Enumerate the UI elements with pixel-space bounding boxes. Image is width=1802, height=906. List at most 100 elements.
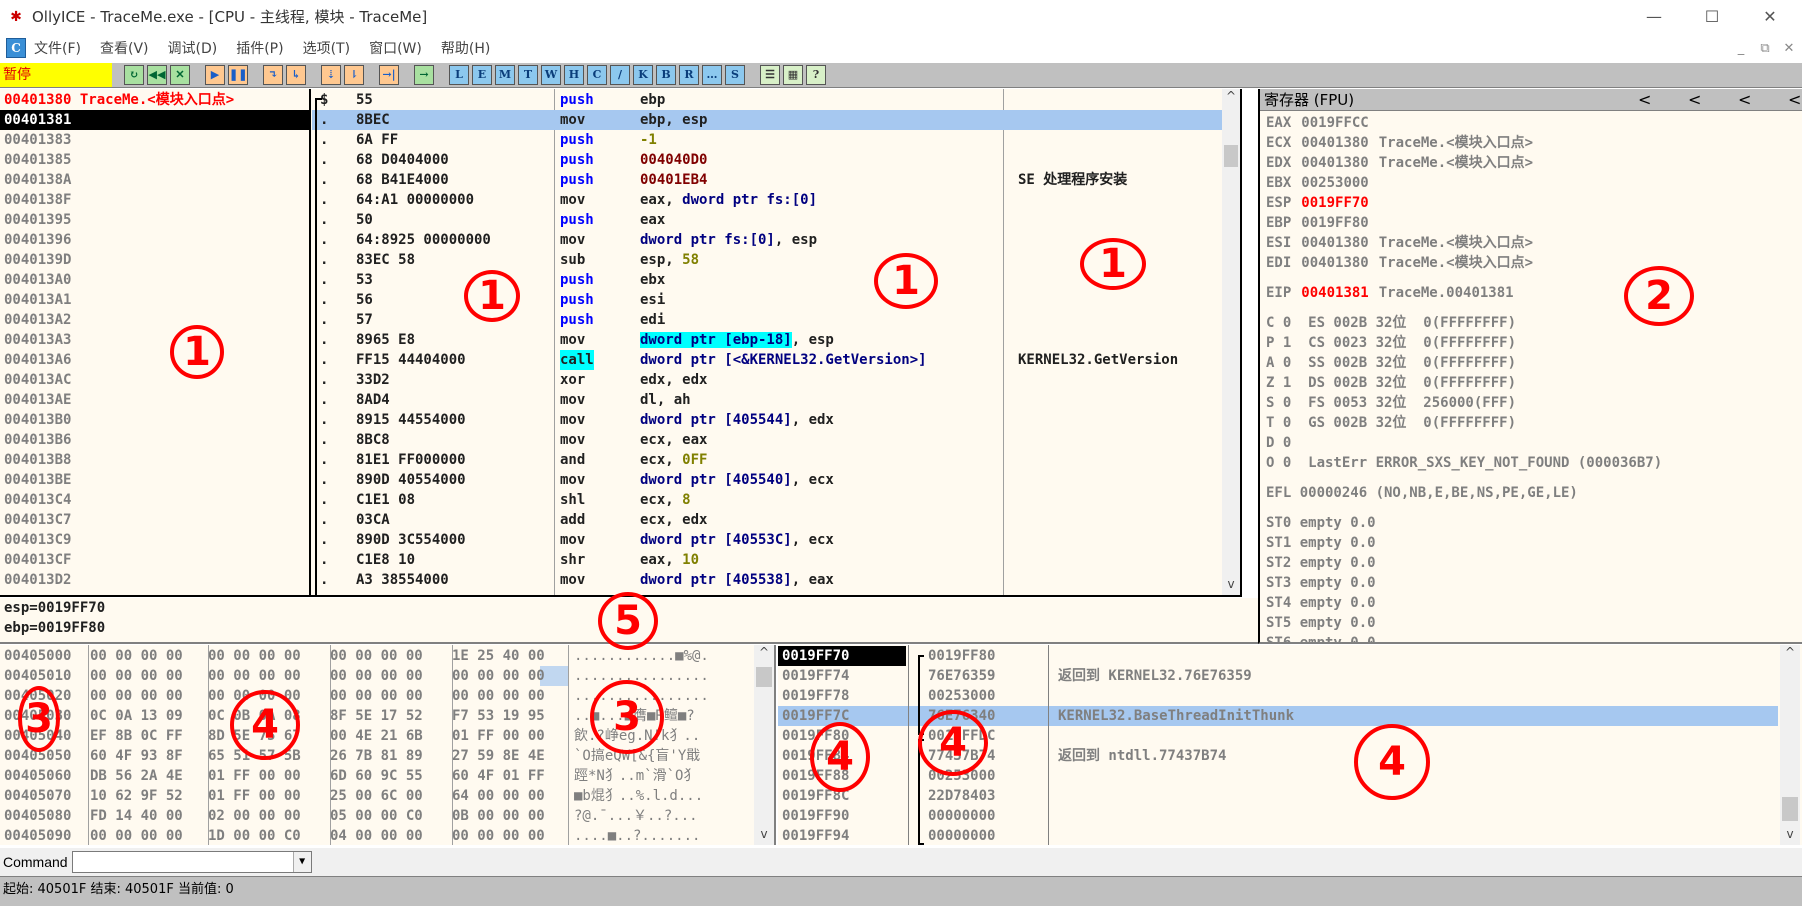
dump-hex-group[interactable]: 0B 00 00 00	[452, 806, 545, 826]
dump-row[interactable]: 00405090 00 00 00 00 1D 00 00 C0 04 00 00 0…	[0, 826, 752, 845]
dump-hex-group[interactable]: 1E 25 40 00	[452, 646, 545, 666]
chevron-left-icon[interactable]: <	[1788, 89, 1801, 111]
dump-hex-group[interactable]: 04 00 00 00	[330, 826, 423, 845]
stack-row[interactable]: 0019FF70 0019FF80	[778, 646, 1778, 666]
flag-row[interactable]: S 0 FS 0053 32位 256000(FFF)	[1266, 393, 1516, 413]
stack-scrollbar[interactable]: ^ v	[1780, 645, 1800, 845]
stack-value[interactable]: 22D78403	[928, 786, 995, 806]
disasm-row[interactable]: 004013BE. 890D 40554000 mov dword ptr [4055…	[0, 470, 1222, 490]
register-value[interactable]: 00401381	[1301, 285, 1368, 301]
disasm-row[interactable]: 00401383. 6A FF push -1	[0, 130, 1222, 150]
dump-ascii[interactable]: `O搞eQW[&{盲'Y戢	[574, 746, 700, 766]
menu-window[interactable]: 窗口(W)	[369, 38, 422, 58]
disasm-row[interactable]: 004013A1. 56 push esi	[0, 290, 1222, 310]
flag-row[interactable]: C 0 ES 002B 32位 0(FFFFFFFF)	[1266, 313, 1516, 333]
stack-value[interactable]: 0019FFDC	[928, 726, 995, 746]
dump-ascii[interactable]: 飲.?峥eg.N!k犭..	[574, 726, 700, 746]
stack-row[interactable]: 0019FF84 77437B74 返回到 ntdll.77437B74	[778, 746, 1778, 766]
options-button[interactable]: ☰	[760, 65, 780, 85]
dump-hex-group[interactable]: 6D 60 9C 55	[330, 766, 423, 786]
disasm-row[interactable]: 0040138A. 68 B41E4000 push 00401EB4 SE 处理程序安…	[0, 170, 1222, 190]
dump-hex-group[interactable]: EF 8B 0C FF	[90, 726, 183, 746]
patches-button[interactable]: /	[610, 65, 630, 85]
disasm-row[interactable]: 004013B8. 81E1 FF000000 and ecx, 0FF	[0, 450, 1222, 470]
close-button[interactable]: ✕	[1742, 0, 1798, 32]
dump-row[interactable]: 00405050 60 4F 93 8F 65 51 57 5B 26 7B 81 8…	[0, 746, 752, 766]
register-row[interactable]: EAX 0019FFCC	[1266, 113, 1379, 133]
dump-hex-group[interactable]: 65 51 57 5B	[208, 746, 301, 766]
register-row[interactable]: EBX 00253000	[1266, 173, 1379, 193]
dump-hex-group[interactable]: 01 FF 00 00	[208, 766, 301, 786]
stack-row[interactable]: 0019FF8C 22D78403	[778, 786, 1778, 806]
register-value[interactable]: 00401380	[1301, 135, 1368, 151]
dump-hex-group[interactable]: 02 00 00 00	[208, 806, 301, 826]
dump-hex-group[interactable]: 00 00 00 00	[452, 686, 545, 706]
handles-button[interactable]: H	[564, 65, 584, 85]
stack-value[interactable]: 00000000	[928, 826, 995, 845]
log-button[interactable]: L	[449, 65, 469, 85]
disasm-row[interactable]: 004013C7. 03CA add ecx, edx	[0, 510, 1222, 530]
dump-hex-group[interactable]: 01 FF 00 00	[452, 726, 545, 746]
dump-hex-group[interactable]: 64 00 00 00	[452, 786, 545, 806]
chevron-left-icon[interactable]: <	[1688, 89, 1701, 111]
stack-row[interactable]: 0019FF90 00000000	[778, 806, 1778, 826]
dump-hex-group[interactable]: 01 FF 00 00	[208, 786, 301, 806]
stack-value[interactable]: 0019FF80	[928, 646, 995, 666]
stack-row[interactable]: 0019FF88 00253000	[778, 766, 1778, 786]
scroll-thumb[interactable]	[756, 667, 772, 687]
flag-row[interactable]: Z 1 DS 002B 32位 0(FFFFFFFF)	[1266, 373, 1516, 393]
dump-hex-group[interactable]: 00 00 00 00	[90, 646, 183, 666]
eflags-row[interactable]: EFL 00000246 (NO,NB,E,BE,NS,PE,GE,LE)	[1266, 483, 1578, 503]
chevron-left-icon[interactable]: <	[1638, 89, 1651, 111]
flag-row[interactable]: A 0 SS 002B 32位 0(FFFFFFFF)	[1266, 353, 1516, 373]
appearance-button[interactable]: ▦	[783, 65, 803, 85]
disasm-row[interactable]: 004013A2. 57 push edi	[0, 310, 1222, 330]
maximize-button[interactable]: ☐	[1684, 0, 1740, 32]
pause-button[interactable]: ❚❚	[228, 65, 248, 85]
dump-hex-group[interactable]: 00 00 00 00	[90, 666, 183, 686]
disasm-row[interactable]: 004013B6. 8BC8 mov ecx, eax	[0, 430, 1222, 450]
mdi-minimize-button[interactable]: _	[1730, 38, 1752, 60]
dump-hex-group[interactable]: 00 00 00 00	[452, 666, 545, 686]
dump-ascii[interactable]: 踁*N犭..m`滑`O犭	[574, 766, 697, 786]
fpu-register-row[interactable]: ST4 empty 0.0	[1266, 593, 1376, 613]
source-button[interactable]: S	[725, 65, 745, 85]
trace-over-button[interactable]: ⇂	[344, 65, 364, 85]
go-to-button[interactable]: →	[414, 65, 434, 85]
register-row-eip[interactable]: EIP 00401381 TraceMe.00401381	[1266, 283, 1514, 303]
dump-ascii[interactable]: ....■..?.......	[574, 826, 700, 845]
command-input[interactable]: ▼	[71, 851, 312, 873]
disasm-row[interactable]: 00401396. 64:8925 00000000 mov dword ptr fs…	[0, 230, 1222, 250]
disasm-row[interactable]: 004013AE. 8AD4 mov dl, ah	[0, 390, 1222, 410]
register-row[interactable]: EDI 00401380 TraceMe.<模块入口点>	[1266, 253, 1533, 273]
execute-till-return-button[interactable]: →|	[379, 65, 399, 85]
dump-hex-group[interactable]: 60 4F 93 8F	[90, 746, 183, 766]
dump-hex-group[interactable]: 27 59 8E 4E	[452, 746, 545, 766]
dump-hex-group[interactable]: 00 00 00 00	[330, 646, 423, 666]
disasm-row[interactable]: 004013A0. 53 push ebx	[0, 270, 1222, 290]
dump-hex-group[interactable]: 00 00 00 00	[208, 686, 301, 706]
flag-row[interactable]: P 1 CS 0023 32位 0(FFFFFFFF)	[1266, 333, 1516, 353]
dump-ascii[interactable]: ?@.ˉ...￥..?...	[574, 806, 698, 826]
stack-row[interactable]: 0019FF94 00000000	[778, 826, 1778, 845]
fpu-register-row[interactable]: ST5 empty 0.0	[1266, 613, 1376, 633]
run-button[interactable]: ▶	[205, 65, 225, 85]
dump-row[interactable]: 00405000 00 00 00 00 00 00 00 00 00 00 00 0…	[0, 646, 752, 666]
register-row[interactable]: ESP 0019FF70	[1266, 193, 1379, 213]
dump-hex-group[interactable]: F7 53 19 95	[452, 706, 545, 726]
scroll-up-arrow[interactable]: ^	[754, 645, 774, 663]
dump-ascii[interactable]: ................	[574, 686, 709, 706]
flag-row[interactable]: D 0	[1266, 433, 1291, 453]
register-value[interactable]: 00253000	[1301, 175, 1368, 191]
disasm-row[interactable]: 00401381. 8BEC mov ebp, esp	[0, 110, 1222, 130]
scroll-thumb[interactable]	[1782, 797, 1798, 821]
flag-row[interactable]: T 0 GS 002B 32位 0(FFFFFFFF)	[1266, 413, 1516, 433]
fpu-register-row[interactable]: ST0 empty 0.0	[1266, 513, 1376, 533]
open-button[interactable]: ↻	[124, 65, 144, 85]
dump-ascii[interactable]: ■b焜犭..%.l.d...	[574, 786, 703, 806]
dump-hex-group[interactable]: 00 4E 21 6B	[330, 726, 423, 746]
call-stack-button[interactable]: K	[633, 65, 653, 85]
registers-pane[interactable]: 寄存器 (FPU) < < < < EAX 0019FFCC ECX 00401380…	[1258, 89, 1802, 644]
run-trace-button[interactable]: …	[702, 65, 722, 85]
dump-hex-group[interactable]: 10 62 9F 52	[90, 786, 183, 806]
